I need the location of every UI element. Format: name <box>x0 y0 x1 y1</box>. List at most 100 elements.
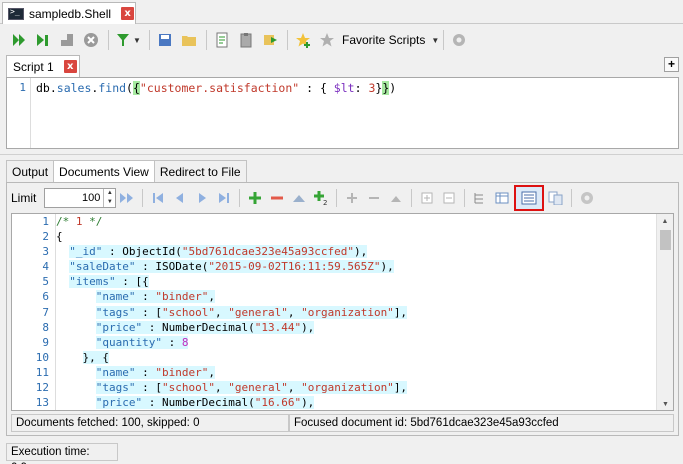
line-number: 9 <box>42 335 49 349</box>
add-favorite-icon[interactable] <box>292 29 314 51</box>
run-step-icon[interactable] <box>32 29 54 51</box>
toolbar-separator <box>571 189 573 207</box>
code-token: ( <box>126 81 133 95</box>
limit-stepper[interactable]: 100 ▲ ▼ <box>44 188 117 208</box>
document-line: "name" : "binder", <box>95 365 215 379</box>
document-line: { <box>56 230 63 244</box>
main-toolbar: ▼ Favorite Scripts ▼ <box>0 25 683 55</box>
document-line: "tags" : ["school", "general", "organiza… <box>95 381 408 395</box>
collapse-icon[interactable] <box>289 187 309 209</box>
next-page-icon[interactable] <box>192 187 212 209</box>
up-item-icon[interactable] <box>386 187 406 209</box>
code-token: db. <box>36 81 57 95</box>
tab-script-1[interactable]: Script 1 x <box>6 55 80 77</box>
chevron-down-icon[interactable]: ▼ <box>431 36 439 45</box>
document-line: /* 1 */ <box>56 215 103 228</box>
editor-gutter: 1 <box>7 78 31 148</box>
favorite-scripts-menu[interactable]: Favorite Scripts <box>342 33 425 47</box>
stop-icon[interactable] <box>56 29 78 51</box>
cancel-icon[interactable] <box>80 29 102 51</box>
toolbar-separator <box>149 30 150 50</box>
code-token: : { <box>299 81 334 95</box>
results-panel: Limit 100 ▲▼ 2 1234567891011121314 /* 1 <box>6 182 679 436</box>
last-page-icon[interactable] <box>214 187 234 209</box>
line-number: 11 <box>35 365 49 379</box>
execution-time: Execution time: 0.9s <box>6 443 118 464</box>
script-code[interactable]: db.sales.find({"customer.satisfaction" :… <box>31 78 396 148</box>
close-icon[interactable]: x <box>121 7 135 20</box>
scroll-up-icon[interactable]: ▲ <box>657 214 673 229</box>
toolbar-separator <box>443 30 445 50</box>
line-number: 4 <box>42 260 49 274</box>
document-line: "price" : NumberDecimal("13.44"), <box>95 320 315 334</box>
document-line: "_id" : ObjectId("5bd761dcae323e45a93ccf… <box>69 245 368 259</box>
code-token: { <box>132 81 140 95</box>
remove-document-icon[interactable] <box>267 187 287 209</box>
line-number: 10 <box>35 350 49 364</box>
close-icon[interactable]: x <box>63 60 77 73</box>
line-number: 3 <box>42 245 49 259</box>
line-number: 1 <box>42 215 49 228</box>
add-field-icon[interactable]: 2 <box>311 187 331 209</box>
add-script-button[interactable]: + <box>664 57 679 72</box>
vertical-scrollbar[interactable]: ▲ ▼ <box>656 214 673 410</box>
line-number: 7 <box>42 305 49 319</box>
line-number: 12 <box>35 381 49 395</box>
tab-redirect-to-file[interactable]: Redirect to File <box>153 160 247 182</box>
run-icon[interactable] <box>8 29 30 51</box>
toolbar-separator <box>206 30 207 50</box>
toolbar-separator <box>464 189 466 207</box>
query-builder-icon[interactable]: ▼ <box>113 29 143 51</box>
documents-gutter: 1234567891011121314 <box>12 214 56 410</box>
script-panel: Script 1 x + 1 db.sales.find({"customer.… <box>6 55 679 151</box>
first-page-icon[interactable] <box>148 187 168 209</box>
toolbar-separator <box>287 30 288 50</box>
copy-script-icon[interactable] <box>211 29 233 51</box>
document-line: "tags" : ["school", "general", "organiza… <box>95 305 408 319</box>
panel-splitter[interactable] <box>0 154 683 158</box>
remove-item-icon[interactable] <box>364 187 384 209</box>
tree-view-icon[interactable] <box>470 187 490 209</box>
limit-value[interactable]: 100 <box>45 192 103 204</box>
expand-all-icon[interactable] <box>417 187 437 209</box>
settings-gear-icon[interactable] <box>448 29 470 51</box>
scroll-down-icon[interactable]: ▼ <box>657 397 673 410</box>
document-line: "quantity" : 8 <box>95 335 189 349</box>
line-number: 6 <box>42 290 49 304</box>
line-number: 5 <box>42 275 49 289</box>
tab-output[interactable]: Output <box>6 160 55 182</box>
results-status-bar: Documents fetched: 100, skipped: 0 Focus… <box>11 414 674 432</box>
save-icon[interactable] <box>154 29 176 51</box>
prev-page-icon[interactable] <box>170 187 190 209</box>
line-number: 13 <box>35 396 49 410</box>
code-token: $lt <box>333 81 355 95</box>
svg-text:2: 2 <box>323 199 327 206</box>
script-icon[interactable] <box>259 29 281 51</box>
documents-code[interactable]: /* 1 */ { "_id" : ObjectId("5bd761dcae323… <box>56 214 658 410</box>
add-item-icon[interactable] <box>342 187 362 209</box>
table-view-icon[interactable] <box>492 187 512 209</box>
compare-view-icon[interactable] <box>546 187 566 209</box>
documents-fetched-status: Documents fetched: 100, skipped: 0 <box>11 414 289 432</box>
script-tab-label: Script 1 <box>13 59 54 74</box>
document-line: "name" : "binder", <box>95 290 215 304</box>
collapse-all-icon[interactable] <box>439 187 459 209</box>
fetch-all-icon[interactable] <box>117 187 137 209</box>
limit-label: Limit <box>11 191 37 205</box>
toolbar-separator <box>108 30 109 50</box>
text-view-icon[interactable] <box>514 185 545 211</box>
settings-gear-icon[interactable] <box>577 187 597 209</box>
scroll-thumb[interactable] <box>660 230 671 250</box>
add-document-icon[interactable] <box>245 187 265 209</box>
paste-icon[interactable] <box>235 29 257 51</box>
documents-text-view[interactable]: 1234567891011121314 /* 1 */{ "_id" : Obj… <box>11 213 674 411</box>
script-editor[interactable]: 1 db.sales.find({"customer.satisfaction"… <box>6 77 679 149</box>
shell-tab-label: sampledb.Shell <box>29 6 112 21</box>
tab-documents-view[interactable]: Documents View <box>53 160 155 182</box>
favorites-star-icon[interactable] <box>316 29 338 51</box>
open-folder-icon[interactable] <box>178 29 200 51</box>
title-tabbar: sampledb.Shell x <box>0 0 683 24</box>
shell-icon <box>8 7 24 20</box>
spin-arrows-icon[interactable]: ▲ ▼ <box>103 189 115 207</box>
shell-document-tab[interactable]: sampledb.Shell x <box>2 2 136 24</box>
